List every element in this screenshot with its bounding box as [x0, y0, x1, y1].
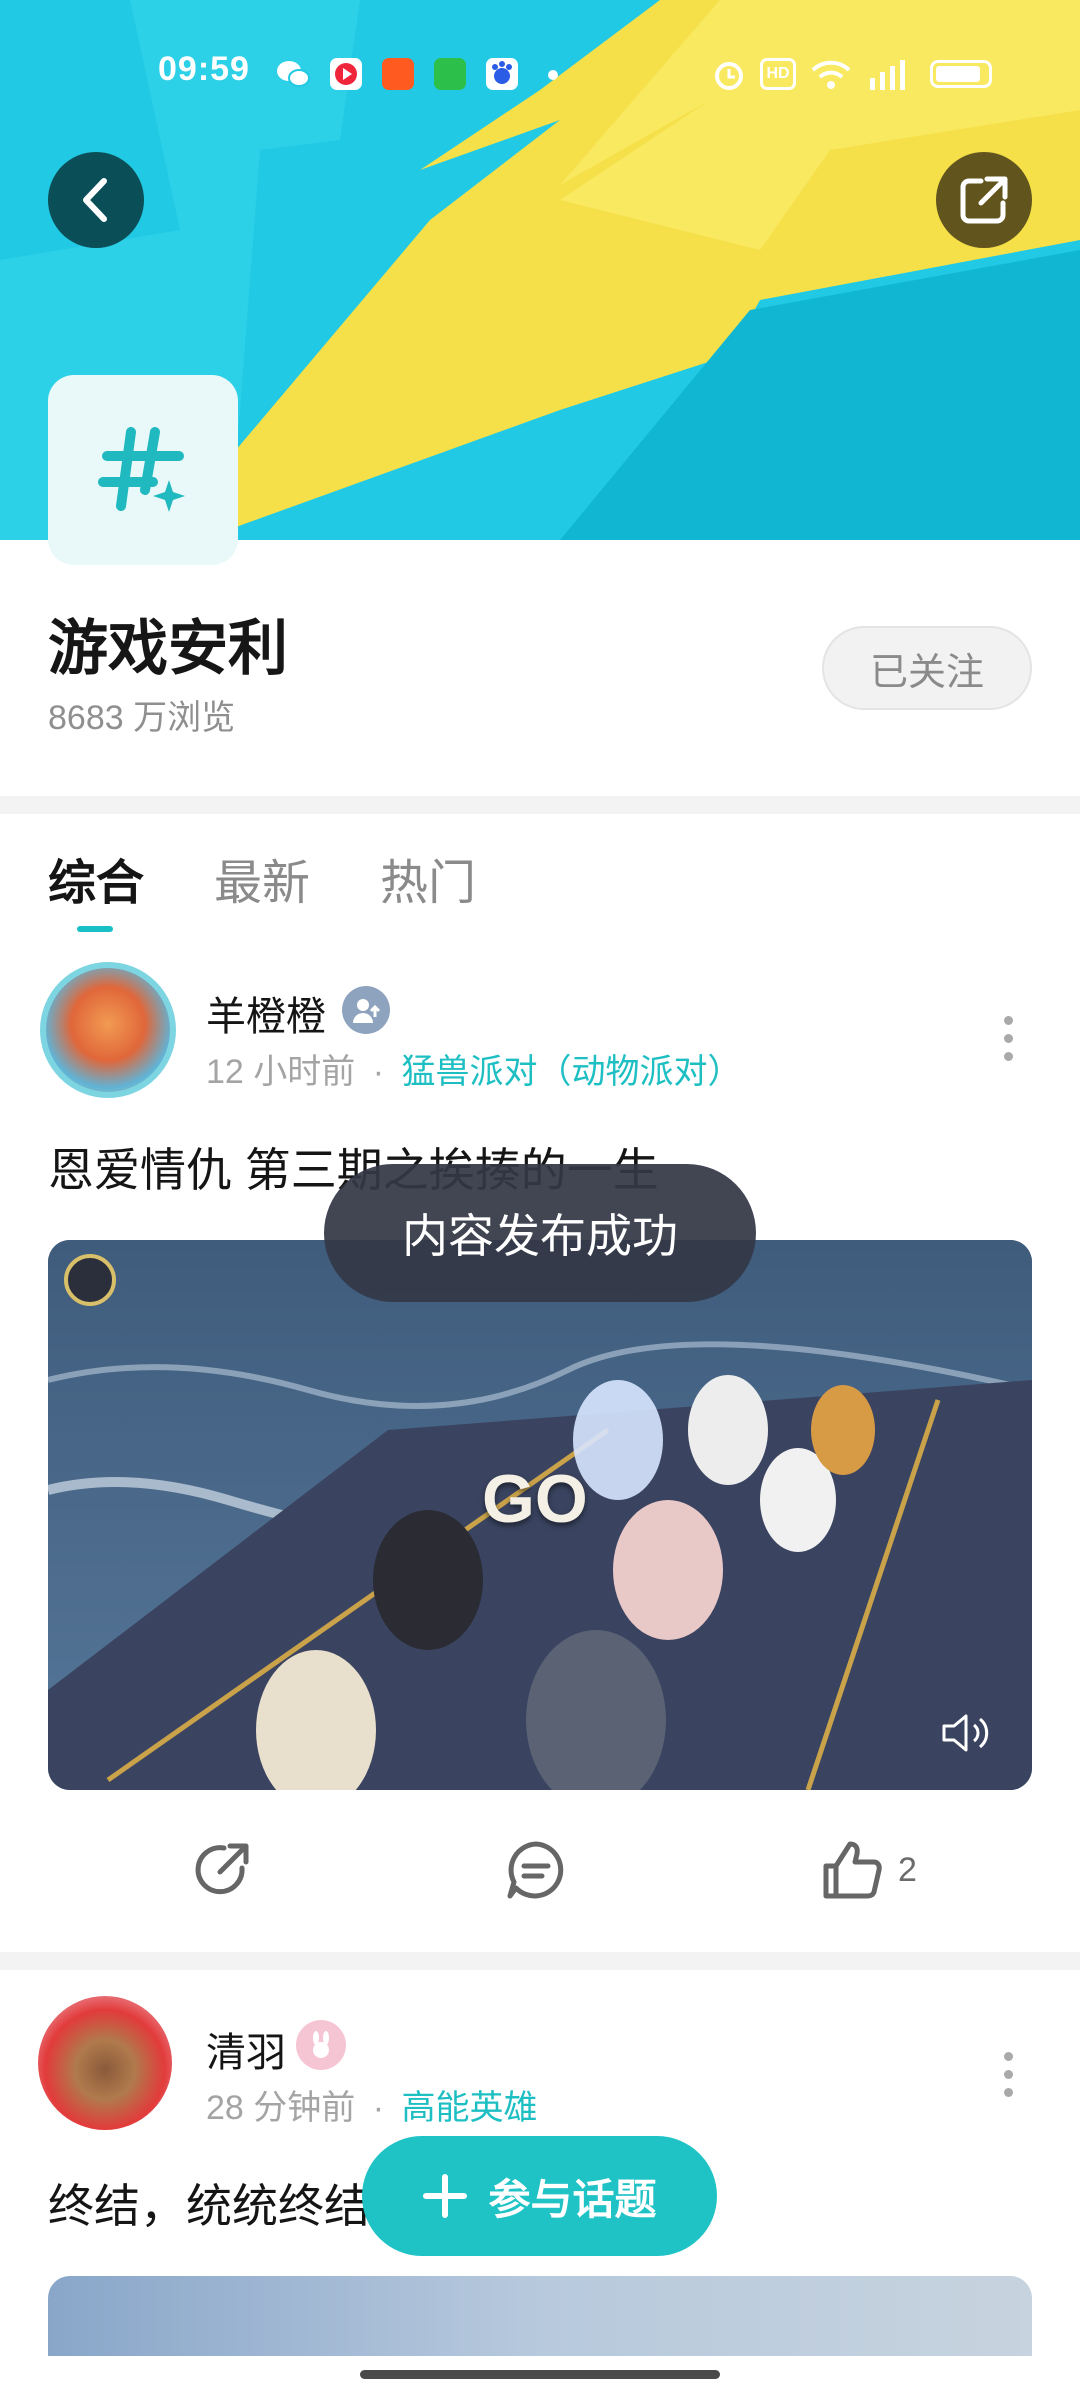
user-upload-badge-icon	[342, 986, 390, 1034]
comment-icon	[507, 1841, 564, 1899]
post-meta: 28 分钟前 · 高能英雄	[206, 2080, 538, 2129]
post-game-link[interactable]: 高能英雄	[402, 2089, 538, 2127]
plus-icon	[423, 2174, 468, 2218]
mute-icon[interactable]	[938, 1708, 994, 1763]
share-topic-button[interactable]	[936, 152, 1032, 248]
rabbit-badge-icon	[296, 2020, 346, 2070]
like-button[interactable]: 2	[820, 1838, 917, 1902]
join-topic-label: 参与话题	[488, 2175, 657, 2223]
post-time: 12 小时前	[206, 1053, 356, 1091]
video-overlay-text: GO	[482, 1461, 588, 1537]
home-indicator[interactable]	[360, 2370, 720, 2379]
wifi-icon	[810, 58, 852, 90]
thumbs-up-icon	[823, 1841, 882, 1899]
like-count: 2	[898, 1850, 917, 1889]
wechat-icon	[276, 58, 310, 90]
external-share-icon	[960, 176, 1008, 224]
post-image-preview[interactable]	[48, 2276, 1032, 2356]
follow-button[interactable]: 已关注	[822, 626, 1032, 710]
share-button[interactable]	[190, 1838, 254, 1902]
comment-button[interactable]	[504, 1838, 568, 1902]
5g-signal-icon	[866, 58, 914, 90]
tab-hot[interactable]: 热门	[380, 843, 476, 913]
post-text[interactable]: 终结，统统终结	[48, 2170, 370, 2236]
tab-latest[interactable]: 最新	[214, 843, 310, 913]
chevron-left-icon	[83, 178, 107, 222]
topic-avatar	[48, 375, 238, 565]
section-divider	[0, 796, 1080, 814]
message-app-icon	[434, 58, 466, 90]
more-options-icon[interactable]	[1000, 1016, 1016, 1061]
hashtag-sparkle-icon	[98, 427, 185, 512]
post-game-link[interactable]: 猛兽派对（动物派对）	[402, 1053, 742, 1091]
post-author-avatar[interactable]	[38, 1996, 172, 2130]
success-toast: 内容发布成功	[324, 1164, 756, 1302]
status-time: 09:59	[158, 50, 250, 88]
post-divider	[0, 1952, 1080, 1970]
tab-comprehensive[interactable]: 综合	[48, 843, 144, 913]
post-author-name[interactable]: 羊橙橙	[206, 984, 326, 1042]
post-time: 28 分钟前	[206, 2089, 356, 2127]
taobao-icon	[382, 58, 414, 90]
post-author-name[interactable]: 清羽	[206, 2020, 286, 2078]
tab-indicator	[77, 926, 113, 932]
meta-separator: ·	[372, 1053, 385, 1091]
topic-views: 8683 万浏览	[48, 699, 236, 737]
topic-title: 游戏安利	[48, 615, 288, 682]
meta-separator: ·	[372, 2089, 385, 2127]
status-bar: 09:59 HD	[0, 40, 1080, 104]
post-author-avatar[interactable]	[40, 962, 176, 1098]
baidu-icon	[486, 58, 518, 90]
video-app-icon	[330, 58, 362, 90]
alarm-icon	[712, 58, 744, 90]
join-topic-button[interactable]: 参与话题	[362, 2136, 717, 2256]
post-video[interactable]: GO	[48, 1240, 1032, 1790]
hd-icon: HD	[760, 58, 796, 90]
more-options-icon[interactable]	[1000, 2052, 1016, 2097]
back-button[interactable]	[48, 152, 144, 248]
share-icon	[195, 1843, 249, 1895]
dot-icon	[548, 70, 558, 80]
battery-icon	[930, 60, 992, 88]
post-meta: 12 小时前 · 猛兽派对（动物派对）	[206, 1044, 742, 1093]
